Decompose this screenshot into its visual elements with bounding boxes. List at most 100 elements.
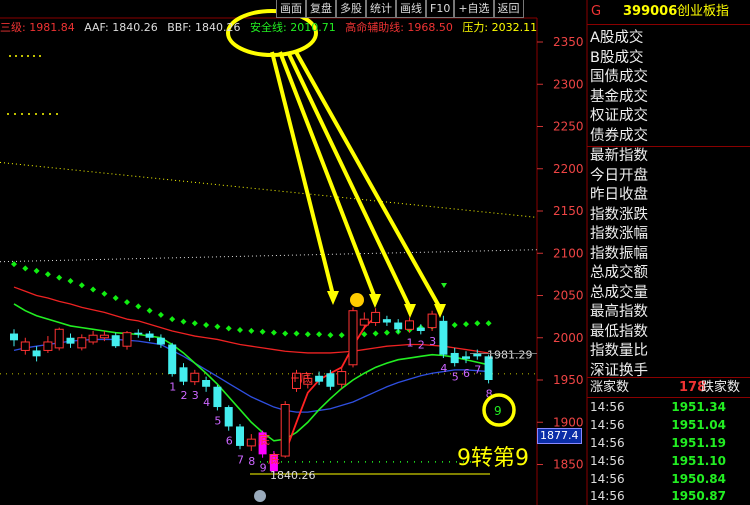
decorative-dot bbox=[35, 113, 37, 115]
menu-item-volume-ratio[interactable]: 指数量比 bbox=[590, 342, 750, 362]
annotation-arrowhead bbox=[404, 304, 416, 318]
safety-line-diamond bbox=[22, 265, 29, 272]
tick-value: 1950.87 bbox=[671, 489, 726, 503]
safety-line-diamond bbox=[169, 316, 176, 323]
td-count-label: 3 bbox=[429, 335, 436, 348]
decorative-dot bbox=[7, 113, 9, 115]
candle-body-up bbox=[427, 313, 437, 329]
candle-body-down bbox=[224, 407, 233, 427]
toolbar-button-huamian[interactable]: 画面 bbox=[276, 0, 306, 18]
tick-value: 1950.84 bbox=[671, 472, 726, 486]
stock-name: 创业板指 bbox=[677, 4, 730, 19]
candle-body-up bbox=[88, 334, 98, 343]
indicator-level3: 三级: 1981.84 bbox=[0, 21, 75, 34]
candle-body-down bbox=[66, 337, 75, 344]
candle-body-up bbox=[43, 341, 53, 351]
tick-time: 14:56 bbox=[590, 472, 625, 486]
safety-line-diamond bbox=[259, 328, 266, 335]
y-axis-tick-label: 2300 bbox=[553, 77, 584, 91]
safety-line-diamond bbox=[112, 294, 119, 301]
tick-row: 14:56 1951.34 bbox=[587, 398, 750, 416]
menu-item-fund[interactable]: 基金成交 bbox=[590, 88, 750, 108]
indicator-bbf: BBF: 1840.26 bbox=[167, 21, 241, 34]
candle-body-down bbox=[32, 350, 41, 357]
toolbar-button-back[interactable]: 返回 bbox=[493, 0, 524, 18]
menu-item-latest[interactable]: 最新指数 bbox=[590, 147, 750, 167]
candle-body-up bbox=[337, 371, 347, 385]
menu-item-b-share[interactable]: B股成交 bbox=[590, 49, 750, 69]
td-count-label: 7 bbox=[474, 364, 481, 377]
td-count-label: 3 bbox=[192, 389, 199, 402]
candle-body-down bbox=[134, 332, 143, 335]
menu-item-total-amount[interactable]: 总成交额 bbox=[590, 264, 750, 284]
menu-item-treasury[interactable]: 国债成交 bbox=[590, 68, 750, 88]
toolbar-button-tongji[interactable]: 统计 bbox=[366, 0, 396, 18]
menu-group-turnover: A股成交 B股成交 国债成交 基金成交 权证成交 债券成交 bbox=[590, 29, 750, 146]
toolbar-button-fupan[interactable]: 复盘 bbox=[306, 0, 336, 18]
annotation-arrow bbox=[270, 51, 335, 296]
candle-body-down bbox=[168, 344, 177, 375]
tick-time: 14:56 bbox=[590, 489, 625, 503]
candle-body-down bbox=[315, 375, 324, 382]
candle-body-down bbox=[236, 426, 244, 446]
candle-body-up bbox=[20, 341, 30, 351]
safety-line-diamond bbox=[11, 261, 17, 268]
annotation-arrowhead bbox=[369, 294, 381, 308]
candle-body-down bbox=[416, 327, 425, 331]
candle-body-down bbox=[326, 373, 335, 387]
y-axis-tick-label: 1850 bbox=[553, 458, 584, 472]
candle-body-up bbox=[359, 318, 369, 326]
candle-body-down bbox=[145, 333, 154, 338]
decorative-dot bbox=[56, 113, 58, 115]
decorative-dot bbox=[21, 55, 23, 57]
tick-value: 1951.19 bbox=[671, 436, 726, 450]
candle-body-down bbox=[450, 352, 459, 364]
advance-label: 涨家数 bbox=[590, 380, 630, 395]
annotation-arrow bbox=[286, 51, 412, 309]
menu-item-change[interactable]: 指数涨跌 bbox=[590, 206, 750, 226]
menu-item-a-share[interactable]: A股成交 bbox=[590, 29, 750, 49]
candle-body-up bbox=[190, 372, 200, 383]
menu-item-low[interactable]: 最低指数 bbox=[590, 323, 750, 343]
tick-value: 1951.34 bbox=[671, 400, 726, 414]
toolbar-button-f10[interactable]: F10 bbox=[426, 0, 455, 18]
td-count-label: 5 bbox=[214, 414, 221, 427]
safety-line-diamond bbox=[282, 330, 289, 337]
sad-face-icon bbox=[350, 293, 364, 307]
safety-line-diamond bbox=[101, 290, 108, 297]
decorative-dot bbox=[9, 55, 11, 57]
safety-line-diamond bbox=[463, 321, 469, 328]
y-axis-tick-label: 2250 bbox=[553, 120, 584, 134]
stock-code: 399006 bbox=[623, 4, 678, 19]
toolbar-button-huaxian[interactable]: 画线 bbox=[396, 0, 426, 18]
highlight-circle-digit: 9 bbox=[494, 404, 502, 418]
candle-body-down bbox=[382, 319, 391, 323]
candle-body-up bbox=[405, 320, 414, 330]
tick-row: 14:56 1951.19 bbox=[587, 434, 750, 452]
safety-line-diamond bbox=[146, 307, 153, 314]
toolbar-button-add-watchlist[interactable]: +自选 bbox=[454, 0, 494, 18]
bottom-signal-label: 底 bbox=[268, 451, 280, 466]
td-count-label: 6 bbox=[226, 435, 233, 448]
candle-body-up bbox=[122, 332, 132, 347]
candle-body-down bbox=[179, 367, 188, 382]
menu-group-index: 最新指数 今日开盘 昨日收盘 指数涨跌 指数涨幅 指数振幅 总成交额 总成交量 … bbox=[590, 147, 750, 381]
toolbar-button-duogu[interactable]: 多股 bbox=[336, 0, 366, 18]
candle-body-up bbox=[77, 337, 87, 349]
td-count-label: 9 bbox=[260, 462, 267, 475]
safety-line-diamond bbox=[33, 267, 40, 274]
last-price-label: 1981.29 bbox=[487, 349, 533, 362]
menu-item-high[interactable]: 最高指数 bbox=[590, 303, 750, 323]
tick-time: 14:56 bbox=[590, 454, 625, 468]
menu-item-change-pct[interactable]: 指数涨幅 bbox=[590, 225, 750, 245]
menu-item-bond[interactable]: 债券成交 bbox=[590, 127, 750, 147]
menu-item-open[interactable]: 今日开盘 bbox=[590, 167, 750, 187]
indicator-safety-line: 安全线: 2010.71 bbox=[250, 21, 336, 34]
safety-line-diamond bbox=[180, 318, 187, 325]
safety-line-diamond bbox=[157, 311, 164, 318]
menu-item-amplitude[interactable]: 指数振幅 bbox=[590, 245, 750, 265]
td-count-label: 1 bbox=[169, 381, 176, 394]
menu-item-total-volume[interactable]: 总成交量 bbox=[590, 284, 750, 304]
menu-item-warrant[interactable]: 权证成交 bbox=[590, 107, 750, 127]
menu-item-prev-close[interactable]: 昨日收盘 bbox=[590, 186, 750, 206]
